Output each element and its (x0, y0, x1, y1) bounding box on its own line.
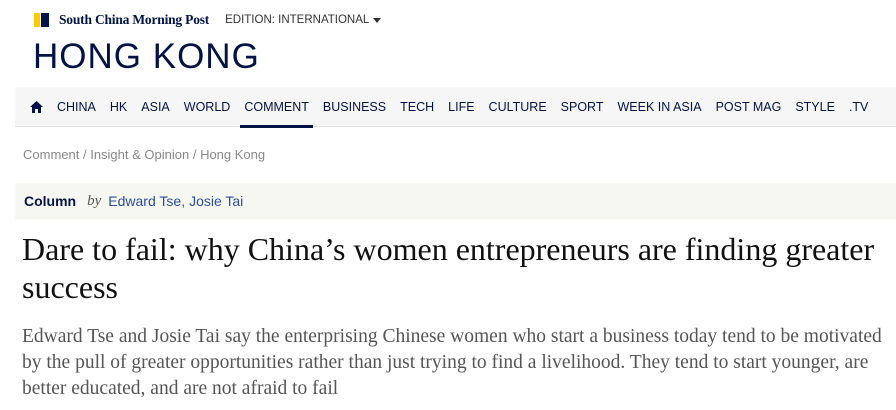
scmp-logo-icon[interactable] (34, 13, 49, 27)
breadcrumb-separator: / (79, 147, 91, 162)
breadcrumb-item[interactable]: Comment (23, 147, 79, 162)
nav-item-asia[interactable]: ASIA (141, 87, 170, 127)
breadcrumb-separator: / (189, 147, 201, 162)
nav-item-life[interactable]: LIFE (448, 87, 474, 127)
nav-item-business[interactable]: BUSINESS (323, 87, 386, 127)
nav-item-china[interactable]: CHINA (57, 87, 96, 127)
article-summary: Edward Tse and Josie Tai say the enterpr… (22, 326, 882, 399)
author-separator: , (181, 193, 186, 209)
edition-selector[interactable]: EDITION: INTERNATIONAL (225, 14, 382, 26)
nav-item-tv[interactable]: .TV (849, 87, 868, 127)
breadcrumb-item[interactable]: Insight & Opinion (90, 147, 189, 162)
article-headline: Dare to fail: why China’s women entrepre… (22, 231, 875, 305)
brand-name[interactable]: South China Morning Post (59, 12, 209, 28)
nav-item-sport[interactable]: SPORT (561, 87, 604, 127)
nav-item-post-mag[interactable]: POST MAG (716, 87, 782, 127)
nav-item-style[interactable]: STYLE (795, 87, 835, 127)
home-icon (29, 100, 43, 113)
edition-label: EDITION: INTERNATIONAL (225, 14, 370, 26)
caret-down-icon (373, 17, 382, 23)
article-kind-label: Column (24, 193, 77, 209)
nav-item-week-in-asia[interactable]: WEEK IN ASIA (618, 87, 702, 127)
nav-item-tech[interactable]: TECH (400, 87, 434, 127)
author-link[interactable]: Josie Tai (189, 193, 243, 209)
author-link[interactable]: Edward Tse (108, 193, 181, 209)
byline-by: by (87, 192, 102, 209)
nav-item-hk[interactable]: HK (110, 87, 127, 127)
nav-home[interactable] (15, 100, 57, 113)
section-title[interactable]: HONG KONG (33, 37, 260, 77)
breadcrumb-item[interactable]: Hong Kong (200, 147, 265, 162)
masthead: South China Morning Post EDITION: INTERN… (34, 11, 382, 29)
nav-item-comment[interactable]: COMMENT (240, 87, 313, 128)
main-nav: CHINA HK ASIA WORLD COMMENT BUSINESS TEC… (15, 87, 896, 128)
nav-item-culture[interactable]: CULTURE (489, 87, 547, 127)
byline-bar: Column by Edward Tse, Josie Tai (15, 183, 896, 219)
breadcrumb: Comment / Insight & Opinion / Hong Kong (23, 147, 265, 162)
nav-item-world[interactable]: WORLD (184, 87, 231, 127)
